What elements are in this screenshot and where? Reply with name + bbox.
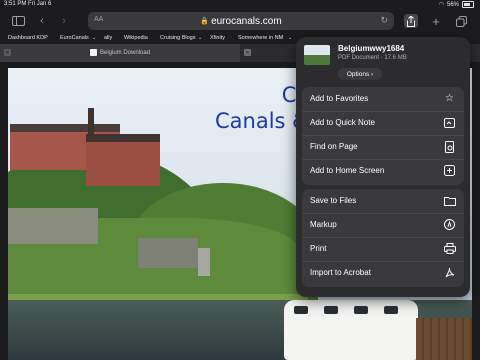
close-icon[interactable]: ✕ bbox=[4, 49, 11, 56]
favorite-xfinity[interactable]: Xfinity bbox=[210, 35, 225, 41]
import-to-acrobat-button[interactable]: Import to Acrobat bbox=[302, 261, 464, 285]
document-thumbnail bbox=[304, 45, 330, 65]
acrobat-icon bbox=[443, 266, 456, 279]
reload-icon[interactable]: ↻ bbox=[380, 15, 388, 26]
boat-window bbox=[354, 306, 368, 314]
castle-spire bbox=[88, 108, 94, 134]
tab-title-group: Belgium Download bbox=[90, 49, 150, 56]
star-icon: ☆ bbox=[445, 93, 454, 104]
add-square-icon bbox=[443, 164, 456, 177]
close-icon[interactable]: ✕ bbox=[244, 49, 251, 56]
printer-icon bbox=[443, 242, 456, 255]
boat-window bbox=[384, 306, 398, 314]
quick-note-icon bbox=[443, 116, 456, 129]
find-on-page-button[interactable]: Find on Page bbox=[302, 135, 464, 160]
wooden-dock bbox=[416, 318, 472, 360]
address-bar[interactable]: AA 🔒 eurocanals.com ↻ bbox=[88, 12, 394, 30]
options-button[interactable]: Options › bbox=[338, 68, 382, 80]
boat bbox=[284, 300, 418, 360]
save-to-files-button[interactable]: Save to Files bbox=[302, 189, 464, 214]
favorite-wikipedia[interactable]: Wikipedia bbox=[124, 35, 148, 41]
address-text: eurocanals.com bbox=[211, 15, 282, 27]
row-label: Add to Home Screen bbox=[310, 166, 385, 175]
tab-favicon bbox=[90, 49, 97, 56]
status-bar: 3:51 PM Fri Jan 6 ◠ 56% bbox=[0, 0, 480, 10]
document-name: Belgiumwwy1684 bbox=[338, 44, 405, 53]
add-to-favorites-button[interactable]: Add to Favorites ☆ bbox=[302, 87, 464, 112]
row-label: Print bbox=[310, 244, 327, 253]
row-label: Save to Files bbox=[310, 196, 357, 205]
rock-cliff bbox=[138, 238, 198, 268]
share-icon[interactable] bbox=[404, 14, 418, 28]
share-actions-group-2: Save to Files Markup Print Import to Acr… bbox=[302, 189, 464, 287]
share-sheet-header: Belgiumwwy1684 PDF Document · 17.6 MB Op… bbox=[296, 37, 470, 85]
battery-icon bbox=[462, 1, 474, 8]
tabs-icon[interactable] bbox=[454, 14, 468, 28]
battery-percent: 56% bbox=[446, 1, 459, 8]
castle-roof bbox=[86, 134, 160, 142]
wifi-icon: ◠ bbox=[438, 2, 444, 8]
text-size-button[interactable]: AA bbox=[94, 16, 103, 23]
chevron-down-icon: ⌄ bbox=[198, 35, 203, 41]
folder-icon bbox=[443, 194, 456, 207]
chevron-down-icon: ⌄ bbox=[92, 35, 97, 41]
favorite-dashboard-kdp[interactable]: Dashboard KDP bbox=[8, 35, 48, 41]
tab-belgium-download[interactable]: ✕ Belgium Download bbox=[0, 44, 240, 62]
share-actions-group-1: Add to Favorites ☆ Add to Quick Note Fin… bbox=[302, 87, 464, 185]
stone-tower bbox=[198, 248, 210, 276]
document-meta: PDF Document · 17.6 MB bbox=[338, 55, 407, 61]
favorite-somewhere-in-nm[interactable]: Somewhere in NM bbox=[238, 35, 283, 41]
share-sheet: Belgiumwwy1684 PDF Document · 17.6 MB Op… bbox=[296, 37, 470, 297]
sidebar-icon[interactable] bbox=[10, 14, 26, 28]
castle-wing bbox=[86, 140, 160, 186]
chevron-down-icon: ⌄ bbox=[288, 35, 293, 41]
lock-icon: 🔒 bbox=[200, 18, 210, 25]
rock-cliff bbox=[8, 208, 98, 244]
boat-window bbox=[294, 306, 308, 314]
tab-other[interactable]: ✕ bbox=[240, 44, 296, 62]
favorite-ally[interactable]: ally bbox=[104, 35, 112, 41]
row-label: Add to Favorites bbox=[310, 94, 369, 103]
castle-roof bbox=[10, 124, 120, 132]
forward-icon[interactable]: › bbox=[58, 14, 70, 28]
find-icon bbox=[443, 140, 456, 153]
status-indicators: ◠ 56% bbox=[439, 1, 474, 8]
print-button[interactable]: Print bbox=[302, 237, 464, 262]
markup-button[interactable]: Markup bbox=[302, 213, 464, 238]
row-label: Markup bbox=[310, 220, 337, 229]
boat-window bbox=[324, 306, 338, 314]
row-label: Find on Page bbox=[310, 142, 358, 151]
add-to-home-screen-button[interactable]: Add to Home Screen bbox=[302, 159, 464, 183]
browser-toolbar: ‹ › AA 🔒 eurocanals.com ↻ + bbox=[0, 10, 480, 32]
favorite-eurocanals[interactable]: EuroCanals bbox=[60, 35, 89, 41]
row-label: Add to Quick Note bbox=[310, 118, 375, 127]
favorite-cruising-blogs[interactable]: Cruising Blogs bbox=[160, 35, 195, 41]
markup-icon bbox=[443, 218, 456, 231]
row-label: Import to Acrobat bbox=[310, 268, 371, 277]
back-icon[interactable]: ‹ bbox=[36, 14, 48, 28]
new-tab-icon[interactable]: + bbox=[430, 14, 442, 29]
add-to-quick-note-button[interactable]: Add to Quick Note bbox=[302, 111, 464, 136]
status-time: 3:51 PM Fri Jan 6 bbox=[4, 1, 52, 7]
tab-title: Belgium Download bbox=[100, 49, 151, 56]
